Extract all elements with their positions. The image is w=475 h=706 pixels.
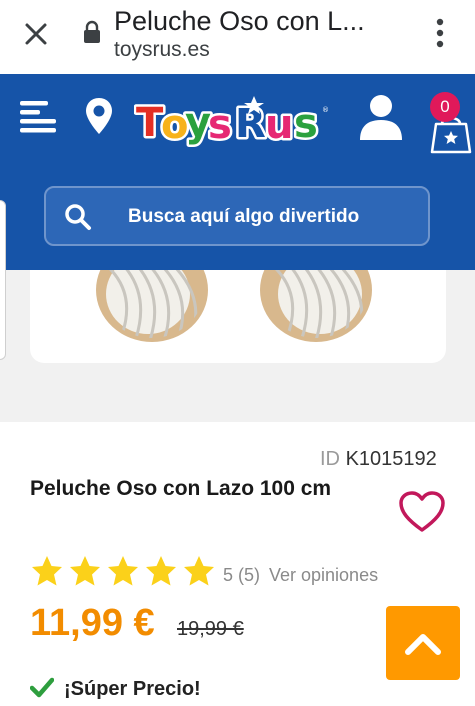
- search-input[interactable]: Busca aquí algo divertido: [44, 186, 430, 246]
- star-icon: [108, 556, 138, 586]
- search-icon[interactable]: [64, 203, 92, 231]
- promo-label: ¡Súper Precio!: [64, 678, 201, 700]
- more-options-icon[interactable]: [428, 16, 452, 50]
- site-header: T o y s R u s ® 0 Busca aquí algo divert…: [0, 74, 475, 270]
- product-page: Peluche Oso con L... toysrus.es T o y s …: [0, 0, 475, 706]
- check-icon: [30, 677, 54, 698]
- product-id-label: ID: [320, 448, 340, 470]
- svg-text:T: T: [136, 100, 164, 146]
- star-icon: [184, 556, 214, 586]
- product-id-value: K1015192: [345, 448, 437, 470]
- close-icon[interactable]: [22, 20, 50, 48]
- scroll-to-top-button[interactable]: [386, 606, 460, 680]
- bear-paws-image: [96, 270, 372, 342]
- store-locator-icon[interactable]: [84, 96, 114, 136]
- svg-text:®: ®: [322, 106, 329, 114]
- toysrus-logo[interactable]: T o y s R u s ®: [134, 90, 350, 150]
- svg-text:u: u: [265, 102, 293, 148]
- rating-stars: [30, 554, 216, 588]
- rating-count: 5 (5): [223, 565, 261, 585]
- star-icon: [32, 556, 62, 586]
- svg-text:s: s: [208, 102, 232, 148]
- gallery-side-tab[interactable]: [0, 200, 6, 360]
- current-price: 11,99 €: [30, 602, 155, 644]
- star-icon: [146, 556, 176, 586]
- user-account-icon[interactable]: [358, 94, 404, 142]
- search-placeholder: Busca aquí algo divertido: [128, 206, 360, 227]
- product-image[interactable]: [30, 270, 446, 363]
- menu-icon[interactable]: [20, 100, 58, 134]
- wishlist-heart-icon[interactable]: [398, 490, 446, 534]
- svg-text:s: s: [294, 101, 318, 147]
- lock-icon: [84, 20, 100, 43]
- browser-page-title: Peluche Oso con L...: [114, 6, 365, 36]
- product-id: ID K1015192: [320, 448, 437, 471]
- product-title: Peluche Oso con Lazo 100 cm: [30, 477, 332, 500]
- original-price: 19,99 €: [177, 618, 244, 640]
- cart-count-badge: 0: [430, 92, 460, 122]
- see-reviews-link[interactable]: Ver opiniones: [269, 565, 378, 586]
- browser-address-bar: Peluche Oso con L... toysrus.es: [0, 0, 475, 74]
- browser-url[interactable]: toysrus.es: [114, 38, 210, 62]
- star-icon: [70, 556, 100, 586]
- product-image-gallery: [0, 200, 475, 422]
- chevron-up-icon: [405, 634, 441, 655]
